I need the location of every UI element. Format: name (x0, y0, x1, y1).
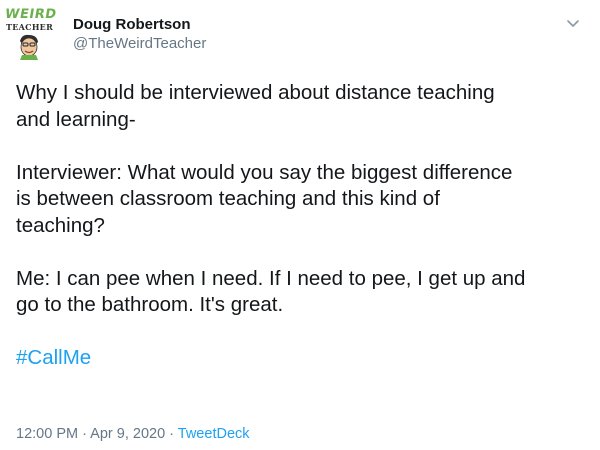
tweet-text: Why I should be interviewed about distan… (16, 80, 591, 372)
tweet-meta: 12:00 PM · Apr 9, 2020 · TweetDeck (16, 426, 250, 442)
cartoon-face-icon (20, 34, 38, 60)
tweet-source-link[interactable]: TweetDeck (178, 426, 250, 442)
user-handle[interactable]: @TheWeirdTeacher (73, 35, 206, 52)
hashtag-link[interactable]: #CallMe (16, 346, 91, 369)
avatar-logo-text: WEIRD (3, 7, 58, 22)
tweet-card: WEIRD TEACHER Doug Robertson @TheWeirdTe… (0, 0, 600, 450)
tweet-paragraph: Why I should be interviewed about distan… (16, 81, 495, 131)
display-name[interactable]: Doug Robertson (73, 16, 191, 33)
tweet-paragraph: Interviewer: What would you say the bigg… (16, 160, 513, 237)
tweet-time[interactable]: 12:00 PM (16, 426, 78, 442)
chevron-down-icon[interactable] (565, 15, 581, 31)
meta-separator: · (78, 426, 91, 442)
avatar-logo-subtext: TEACHER (6, 22, 54, 32)
tweet-date[interactable]: Apr 9, 2020 (90, 426, 165, 442)
meta-separator: · (165, 426, 178, 442)
avatar[interactable]: WEIRD TEACHER (3, 7, 58, 62)
tweet-paragraph: Me: I can pee when I need. If I need to … (16, 266, 526, 317)
